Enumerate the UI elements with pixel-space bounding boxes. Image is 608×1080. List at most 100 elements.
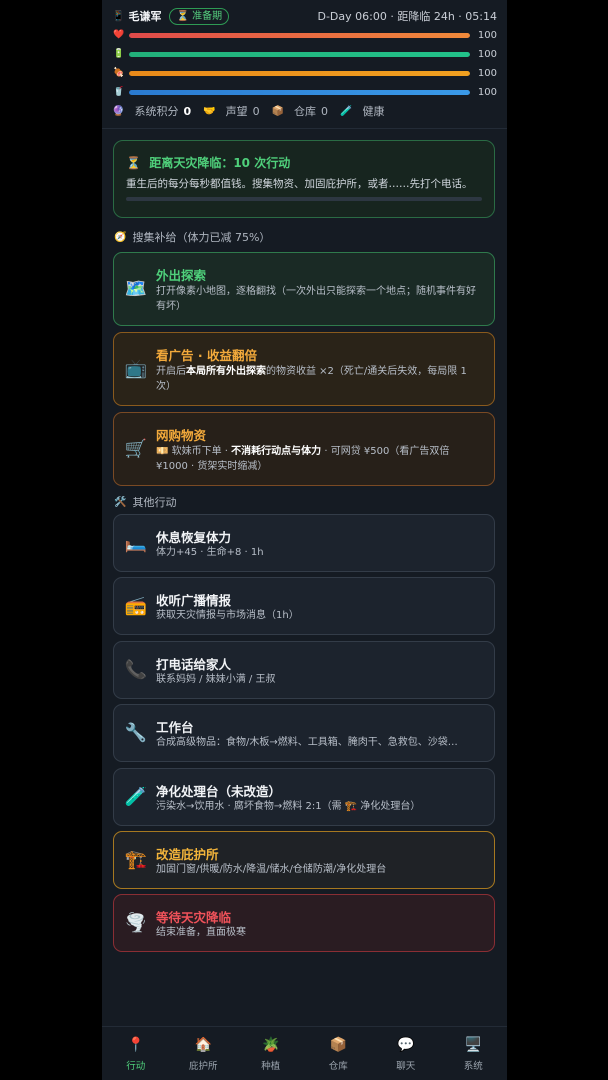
countdown-banner: ⏳ 距离天灾降临：10 次行动 重生后的每分每秒都值钱。搜集物资、加固庇护所，或… — [113, 140, 495, 218]
house-icon: 🏠 — [194, 1036, 212, 1053]
health-bar — [129, 32, 470, 38]
wait-card[interactable]: 🌪️ 等待天灾降临 结束准备，直面极寒 — [113, 894, 495, 952]
heart-icon: ❤️ — [113, 30, 125, 40]
thirst-value: 100 — [477, 86, 497, 98]
tornado-icon: 🌪️ — [124, 912, 148, 934]
purifier-desc: 污染水→饮用水 · 腐坏食物→燃料 2:1（需 🏗️ 净化处理台） — [156, 801, 421, 812]
thirst-bar-fill — [129, 89, 470, 95]
phone-icon: 📱 — [112, 10, 125, 22]
stamina-bar-fill — [129, 51, 470, 57]
tools-icon: 🛠️ — [114, 496, 127, 508]
cart-icon: 🛒 — [124, 438, 148, 460]
nav-action-label: 行动 — [126, 1060, 146, 1072]
section-gather-label: 搜集补给（体力已减 75%） — [132, 231, 271, 244]
nav-shelter-label: 庇护所 — [188, 1060, 218, 1072]
call-card[interactable]: 📞 打电话给家人 联系妈妈 / 妹妹小满 / 王叔 — [113, 641, 495, 699]
telephone-icon: 📞 — [124, 659, 148, 681]
nav-chat-label: 聊天 — [396, 1060, 416, 1072]
storage-value: 0 — [321, 104, 329, 118]
water-icon: 🥤 — [113, 87, 125, 97]
box-icon: 📦 — [329, 1036, 347, 1053]
chat-icon: 💬 — [397, 1036, 415, 1053]
hunger-bar — [129, 70, 470, 76]
status-header: 📱 毛谦军 ⏳ 准备期 D-Day 06:00 · 距降临 24h · 05:1… — [102, 0, 507, 129]
shop-title: 网购物资 — [156, 428, 207, 443]
health-status-label: 健康 — [362, 105, 385, 118]
orb-icon: 🔮 — [112, 105, 125, 117]
nav-chat[interactable]: 💬 聊天 — [372, 1027, 440, 1080]
call-desc: 联系妈妈 / 妹妹小满 / 王叔 — [156, 674, 276, 685]
ads-desc-pre: 开启后 — [156, 366, 186, 377]
renovate-card[interactable]: 🏗️ 改造庇护所 加固门窗/供暖/防水/降温/储水/仓储防潮/净化处理台 — [113, 831, 495, 889]
nav-shelter[interactable]: 🏠 庇护所 — [170, 1027, 238, 1080]
call-title: 打电话给家人 — [156, 657, 232, 672]
score-label: 系统积分 — [134, 105, 179, 118]
section-other: 🛠️ 其他行动 — [114, 494, 176, 510]
rest-desc: 体力+45 · 生命+8 · 1h — [156, 547, 264, 558]
radio-title: 收听广播情报 — [156, 593, 232, 608]
monitor-icon: 🖥️ — [464, 1036, 482, 1053]
ads-desc-bold: 本局所有外出探索 — [186, 366, 266, 377]
bed-icon: 🛏️ — [124, 532, 148, 554]
hourglass-icon: ⏳ — [176, 10, 189, 22]
radio-desc: 获取天灾情报与市场消息（1h） — [156, 610, 299, 621]
food-icon: 🍖 — [113, 68, 125, 78]
countdown-subtitle: 重生后的每分每秒都值钱。搜集物资、加固庇护所，或者……先打个电话。 — [126, 178, 473, 190]
pin-icon: 📍 — [127, 1036, 145, 1053]
section-gather: 🧭 搜集补给（体力已减 75%） — [114, 229, 270, 245]
section-other-label: 其他行动 — [132, 496, 177, 509]
stamina-bar-row: 🔋 100 — [112, 48, 497, 60]
hunger-value: 100 — [477, 67, 497, 79]
workbench-desc: 合成高级物品：食物/木板→燃料、工具箱、腌肉干、急救包、沙袋… — [156, 737, 458, 748]
wait-desc: 结束准备，直面极寒 — [156, 927, 246, 938]
workbench-card[interactable]: 🔧 工作台 合成高级物品：食物/木板→燃料、工具箱、腌肉干、急救包、沙袋… — [113, 704, 495, 762]
explore-title: 外出探索 — [156, 268, 207, 283]
compass-icon: 🧭 — [114, 231, 127, 243]
phase-badge: ⏳ 准备期 — [169, 7, 230, 25]
renovate-desc: 加固门窗/供暖/防水/降温/储水/仓储防潮/净化处理台 — [156, 864, 387, 875]
phase-badge-label: 准备期 — [192, 10, 223, 22]
radio-card[interactable]: 📻 收听广播情报 获取天灾情报与市场消息（1h） — [113, 577, 495, 635]
workbench-title: 工作台 — [156, 720, 194, 735]
bottom-nav: 📍 行动 🏠 庇护所 🪴 种植 📦 仓库 💬 聊天 🖥️ 系统 — [102, 1026, 507, 1080]
rest-title: 休息恢复体力 — [156, 530, 232, 545]
wrench-icon: 🔧 — [124, 722, 148, 744]
hourglass-icon: ⏳ — [126, 156, 141, 170]
health-bar-fill — [129, 32, 470, 38]
plant-icon: 🪴 — [262, 1036, 280, 1053]
radio-icon: 📻 — [124, 595, 148, 617]
nav-action[interactable]: 📍 行动 — [102, 1027, 170, 1080]
nav-planting-label: 种植 — [261, 1060, 281, 1072]
ads-desc: 开启后本局所有外出探索的物资收益 ×2（死亡/通关后失效，每局限 1 次） — [156, 364, 480, 394]
handshake-icon: 🤝 — [203, 105, 216, 117]
header-top-row: 📱 毛谦军 ⏳ 准备期 D-Day 06:00 · 距降临 24h · 05:1… — [112, 7, 497, 25]
stats-row: 🔮 系统积分 0 🤝 声望 0 📦 仓库 0 🧪 健康 — [112, 103, 384, 119]
app-screen: 📱 毛谦军 ⏳ 准备期 D-Day 06:00 · 距降临 24h · 05:1… — [102, 0, 507, 1080]
explore-card[interactable]: 🗺️ 外出探索 打开像素小地图，逐格翻找（一次外出只能探索一个地点；随机事件有好… — [113, 252, 495, 326]
tv-icon: 📺 — [124, 358, 148, 380]
player-name: 毛谦军 — [128, 10, 162, 23]
countdown-progress — [126, 197, 482, 201]
countdown-title: ⏳ 距离天灾降临：10 次行动 — [126, 154, 290, 171]
renovate-title: 改造庇护所 — [156, 847, 219, 862]
test-tube-icon: 🧪 — [124, 786, 148, 808]
ads-title: 看广告 · 收益翻倍 — [156, 348, 257, 363]
purifier-card[interactable]: 🧪 净化处理台（未改造） 污染水→饮用水 · 腐坏食物→燃料 2:1（需 🏗️ … — [113, 768, 495, 826]
battery-icon: 🔋 — [113, 49, 125, 59]
nav-storage-label: 仓库 — [328, 1060, 348, 1072]
nav-system[interactable]: 🖥️ 系统 — [440, 1027, 508, 1080]
shop-card[interactable]: 🛒 网购物资 💴 软妹币下单 · 不消耗行动点与体力 · 可网贷 ¥500（看广… — [113, 412, 495, 486]
hunger-bar-row: 🍖 100 — [112, 67, 497, 79]
thirst-bar — [129, 89, 470, 95]
ads-card[interactable]: 📺 看广告 · 收益翻倍 开启后本局所有外出探索的物资收益 ×2（死亡/通关后失… — [113, 332, 495, 406]
explore-desc: 打开像素小地图，逐格翻找（一次外出只能探索一个地点；随机事件有好有坏） — [156, 286, 476, 312]
countdown-title-text: 距离天灾降临：10 次行动 — [149, 156, 291, 170]
health-bar-row: ❤️ 100 — [112, 29, 497, 41]
rest-card[interactable]: 🛏️ 休息恢复体力 体力+45 · 生命+8 · 1h — [113, 514, 495, 572]
score-value: 0 — [183, 104, 192, 118]
storage-label: 仓库 — [294, 105, 317, 118]
nav-system-label: 系统 — [463, 1060, 483, 1072]
nav-storage[interactable]: 📦 仓库 — [305, 1027, 373, 1080]
nav-planting[interactable]: 🪴 种植 — [237, 1027, 305, 1080]
stamina-bar — [129, 51, 470, 57]
